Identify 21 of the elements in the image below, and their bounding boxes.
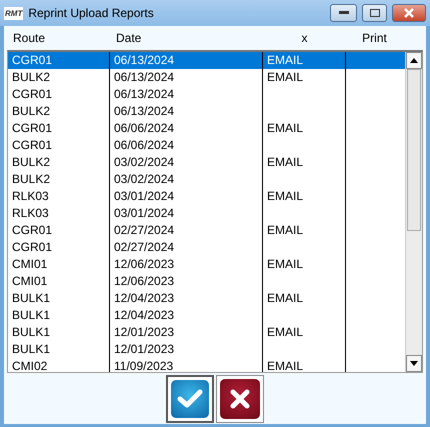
column-header: Route: [12, 31, 46, 45]
scrollbar[interactable]: [405, 52, 422, 372]
cancel-button[interactable]: [216, 374, 264, 422]
table-row[interactable]: CGR01 06/13/2024 EMAIL: [8, 52, 405, 69]
checkmark-icon: [177, 388, 203, 408]
close-button[interactable]: [392, 4, 426, 22]
column-header: Print: [361, 31, 388, 45]
close-icon: [230, 388, 250, 408]
column-header: x: [300, 31, 308, 45]
maximize-icon: [370, 9, 380, 17]
maximize-button[interactable]: [362, 4, 387, 22]
window-title: Reprint Upload Reports: [28, 6, 155, 20]
close-icon: [404, 8, 414, 18]
minimize-button[interactable]: [330, 4, 357, 22]
scroll-down-icon[interactable]: [406, 355, 422, 372]
app-logo: RMT: [4, 6, 24, 20]
table-cell: CMI02: [8, 358, 110, 372]
column-header: Date: [115, 31, 142, 45]
confirm-button[interactable]: [166, 374, 214, 422]
scroll-up-icon[interactable]: [406, 52, 422, 69]
minimize-icon: [338, 11, 348, 15]
